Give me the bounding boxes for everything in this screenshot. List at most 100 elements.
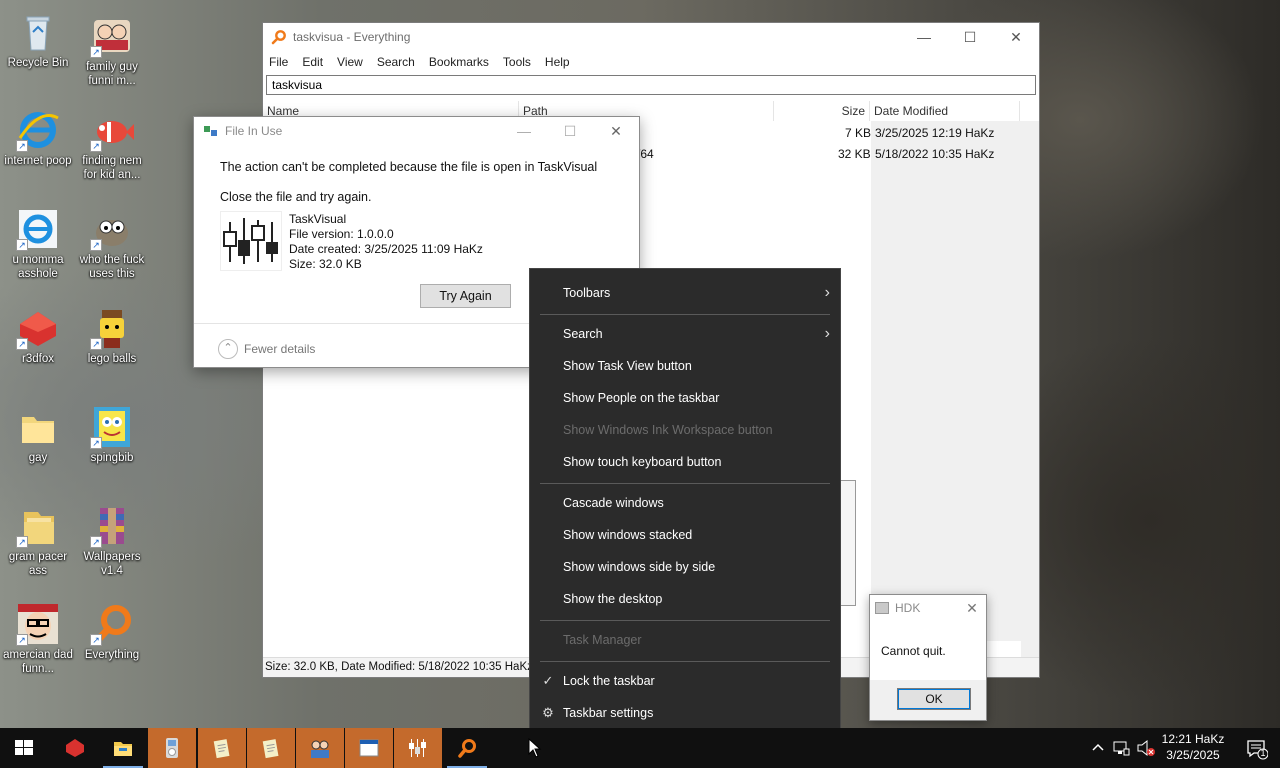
minimize-button[interactable]: — xyxy=(901,23,947,51)
taskbar-file-explorer[interactable] xyxy=(99,728,147,768)
close-button[interactable]: ✕ xyxy=(958,600,986,617)
file-details: TaskVisual File version: 1.0.0.0 Date cr… xyxy=(289,212,483,272)
window-title: taskvisua - Everything xyxy=(293,30,411,44)
desktop-icon-everything[interactable]: ↗ Everything xyxy=(74,602,150,662)
close-button[interactable]: ✕ xyxy=(593,123,639,140)
notification-center-button[interactable]: 1 xyxy=(1246,738,1269,760)
maximize-button[interactable]: ☐ xyxy=(547,123,593,140)
r3dfox-icon: ↗ xyxy=(16,306,60,350)
family-icon xyxy=(311,740,329,758)
taskbar-everything[interactable] xyxy=(443,728,491,768)
menu-item-side-by-side[interactable]: Show windows side by side xyxy=(530,551,840,583)
file-version: File version: 1.0.0.0 xyxy=(289,227,394,241)
desktop-icon-spingbib[interactable]: ↗ spingbib xyxy=(74,405,150,465)
menu-item-show-people[interactable]: Show People on the taskbar xyxy=(530,382,840,414)
dialog-title: HDK xyxy=(895,601,921,615)
desktop-icon-gimp[interactable]: ↗ who the fuck uses this xyxy=(74,207,150,281)
menu-separator xyxy=(540,483,830,484)
menu-bar: File Edit View Search Bookmarks Tools He… xyxy=(263,51,1039,73)
menu-edit[interactable]: Edit xyxy=(302,55,323,69)
taskbar-window[interactable] xyxy=(345,728,393,768)
chevron-up-icon: ⌃ xyxy=(218,339,238,359)
menu-item-stacked[interactable]: Show windows stacked xyxy=(530,519,840,551)
desktop-icon-gay[interactable]: gay xyxy=(0,405,76,465)
menu-bookmarks[interactable]: Bookmarks xyxy=(429,55,489,69)
taskbar-taskvisual[interactable] xyxy=(394,728,442,768)
file-created: Date created: 3/25/2025 11:09 HaKz xyxy=(289,242,483,256)
desktop-icon-american-dad[interactable]: ↗ amercian dad funn... xyxy=(0,602,76,676)
menu-item-show-desktop[interactable]: Show the desktop xyxy=(530,583,840,615)
search-input[interactable]: taskvisua xyxy=(266,75,1036,95)
everything-titlebar[interactable]: taskvisua - Everything — ☐ ✕ xyxy=(263,23,1039,51)
taskbar-context-menu: Toolbars › Search › Show Task View butto… xyxy=(529,268,841,738)
gimp-icon: ↗ xyxy=(90,207,134,251)
network-icon[interactable] xyxy=(1112,739,1130,757)
hdk-dialog[interactable]: HDK ✕ Cannot quit. OK xyxy=(869,594,987,721)
try-again-button[interactable]: Try Again xyxy=(420,284,511,308)
desktop-icon-family-guy[interactable]: ↗ family guy funni m... xyxy=(74,14,150,88)
dialog-instruction: Close the file and try again. xyxy=(220,190,372,204)
taskbar-notepad-2[interactable] xyxy=(247,728,295,768)
desktop-icon-finding-nem[interactable]: ↗ finding nem for kid an... xyxy=(74,108,150,182)
menu-item-taskbar-settings[interactable]: ⚙ Taskbar settings xyxy=(530,697,840,729)
date-column-highlight xyxy=(871,121,1023,641)
desktop-icon-recycle-bin[interactable]: Recycle Bin xyxy=(0,10,76,70)
row-date: 5/18/2022 10:35 HaKz xyxy=(875,147,995,161)
internet-explorer-icon: ↗ xyxy=(16,207,60,251)
desktop-icon-r3dfox[interactable]: ↗ r3dfox xyxy=(0,306,76,366)
dialog-titlebar[interactable]: File In Use — ☐ ✕ xyxy=(194,117,639,145)
app-icon xyxy=(875,602,889,614)
menu-item-toolbars[interactable]: Toolbars › xyxy=(530,277,840,309)
dialog-message: The action can't be completed because th… xyxy=(220,160,598,174)
desktop-icon-wallpapers[interactable]: ↗ Wallpapers v1.4 xyxy=(74,504,150,578)
windows-logo-icon xyxy=(15,740,33,755)
dialog-footer: OK xyxy=(870,680,986,720)
maximize-button[interactable]: ☐ xyxy=(947,23,993,51)
desktop-icon-internet-poop[interactable]: ↗ internet poop xyxy=(0,108,76,168)
menu-help[interactable]: Help xyxy=(545,55,570,69)
close-button[interactable]: ✕ xyxy=(993,23,1039,51)
menu-view[interactable]: View xyxy=(337,55,363,69)
fewer-details-toggle[interactable]: ⌃ Fewer details xyxy=(218,339,315,359)
menu-separator xyxy=(540,661,830,662)
desktop-icon-u-momma[interactable]: ↗ u momma asshole xyxy=(0,207,76,281)
dialog-titlebar[interactable]: HDK ✕ xyxy=(870,595,986,621)
minimize-button[interactable]: — xyxy=(501,123,547,140)
menu-item-search[interactable]: Search › xyxy=(530,318,840,350)
menu-file[interactable]: File xyxy=(269,55,288,69)
start-button[interactable] xyxy=(0,728,48,768)
desktop-icon-gram-pacer[interactable]: ↗ gram pacer ass xyxy=(0,504,76,578)
vertical-scrollbar[interactable] xyxy=(1021,121,1039,659)
menu-item-cascade[interactable]: Cascade windows xyxy=(530,487,840,519)
taskbar-clock[interactable]: 12:21 HaKz 3/25/2025 xyxy=(1156,731,1230,763)
notification-count: 1 xyxy=(1260,748,1266,758)
notepad-icon xyxy=(262,739,279,759)
taskbar-r3dfox[interactable] xyxy=(51,728,99,768)
chevron-right-icon: › xyxy=(824,284,830,301)
row-date: 3/25/2025 12:19 HaKz xyxy=(875,126,995,140)
column-size[interactable]: Size xyxy=(774,101,870,121)
file-size: Size: 32.0 KB xyxy=(289,257,362,271)
volume-muted-icon[interactable] xyxy=(1136,739,1156,757)
menu-item-show-task-view[interactable]: Show Task View button xyxy=(530,350,840,382)
taskvisual-icon xyxy=(220,211,282,271)
taskbar-family[interactable] xyxy=(296,728,344,768)
taskbar[interactable]: 12:21 HaKz 3/25/2025 1 xyxy=(0,728,1280,768)
file-explorer-icon xyxy=(114,742,132,756)
menu-search[interactable]: Search xyxy=(377,55,415,69)
chevron-up-icon[interactable] xyxy=(1090,740,1106,756)
menu-item-task-manager: Task Manager xyxy=(563,633,642,647)
window-icon xyxy=(359,739,379,757)
menu-item-touch-keyboard[interactable]: Show touch keyboard button xyxy=(530,446,840,478)
family-guy-icon: ↗ xyxy=(90,14,134,58)
menu-item-lock-taskbar[interactable]: ✓ Lock the taskbar xyxy=(530,665,840,697)
r3dfox-icon xyxy=(66,739,84,757)
desktop-icon-lego-balls[interactable]: ↗ lego balls xyxy=(74,306,150,366)
ok-button[interactable]: OK xyxy=(897,688,971,710)
taskbar-notepad-1[interactable] xyxy=(198,728,246,768)
row-size: 7 KB xyxy=(845,126,872,140)
taskbar-ipod[interactable] xyxy=(148,728,196,768)
column-date-modified[interactable]: Date Modified xyxy=(870,101,1020,121)
gear-icon: ⚙ xyxy=(542,705,554,720)
menu-tools[interactable]: Tools xyxy=(503,55,531,69)
